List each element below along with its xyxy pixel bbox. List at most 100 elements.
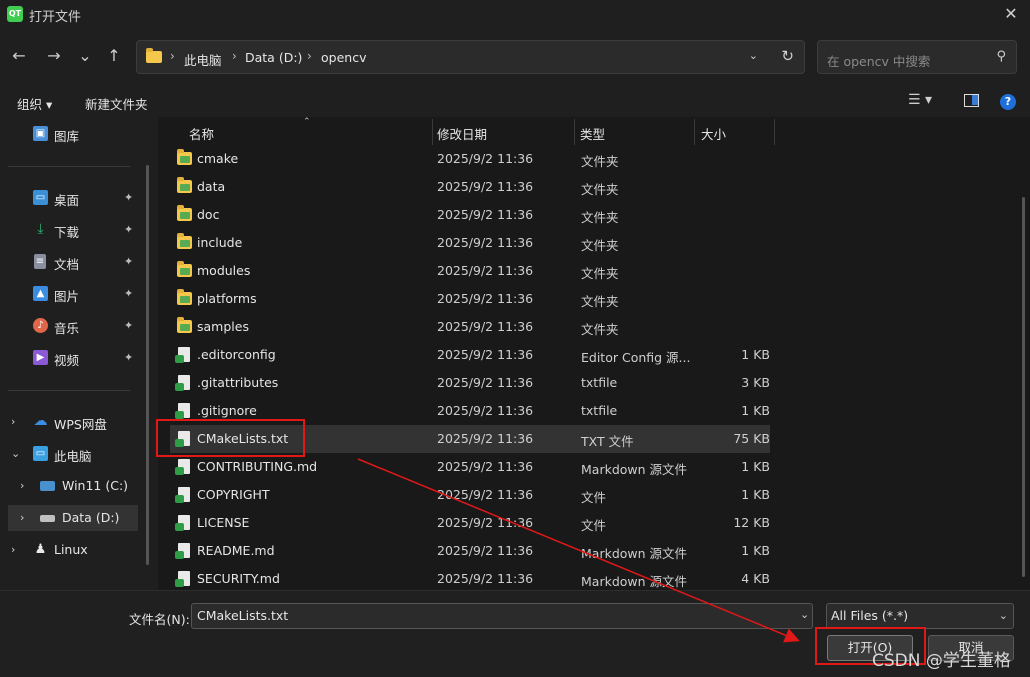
file-date: 2025/9/2 11:36 — [437, 235, 534, 250]
file-type: TXT 文件 — [581, 434, 634, 449]
pin-icon[interactable]: ✦ — [124, 287, 133, 300]
file-type: 文件夹 — [581, 182, 619, 197]
sidebar-item-pictures[interactable]: ▲ 图片 ✦ — [8, 281, 138, 307]
drive-d-icon — [40, 515, 55, 522]
file-row[interactable]: COPYRIGHT 2025/9/2 11:36 文件 1 KB — [170, 481, 770, 509]
file-size: 1 KB — [741, 543, 770, 558]
file-row[interactable]: samples 2025/9/2 11:36 文件夹 — [170, 313, 770, 341]
column-separator[interactable] — [694, 119, 695, 145]
file-name: .gitignore — [197, 403, 257, 418]
expand-chevron-icon[interactable]: › — [11, 543, 15, 556]
download-icon: ⤓ — [37, 221, 44, 237]
column-header-type[interactable]: 类型 — [580, 124, 605, 143]
help-icon[interactable]: ? — [1000, 94, 1016, 110]
sidebar-item-drive-d[interactable]: › Data (D:) — [8, 505, 138, 531]
pin-icon[interactable]: ✦ — [124, 223, 133, 236]
breadcrumb-this-pc[interactable]: 此电脑 — [184, 50, 222, 69]
refresh-icon[interactable]: ↻ — [781, 47, 794, 65]
view-options-icon[interactable]: ☰ ▾ — [908, 92, 932, 108]
breadcrumb-opencv[interactable]: opencv — [321, 50, 366, 65]
file-row[interactable]: .gitattributes 2025/9/2 11:36 txtfile 3 KB — [170, 369, 770, 397]
filename-input[interactable]: CMakeLists.txt — [191, 603, 813, 629]
file-list-scrollbar[interactable] — [1022, 197, 1025, 577]
column-separator[interactable] — [432, 119, 433, 145]
folder-icon — [177, 233, 192, 249]
sidebar-item-drive-c[interactable]: › Win11 (C:) — [8, 473, 138, 499]
sidebar-item-label: 下载 — [54, 225, 80, 240]
document-icon: ≡ — [34, 254, 46, 269]
collapse-chevron-icon[interactable]: ⌄ — [11, 447, 20, 460]
file-name: COPYRIGHT — [197, 487, 270, 502]
file-list: ⌃ 名称 修改日期 类型 大小 cmake 2025/9/2 11:36 文件夹 da… — [158, 117, 1030, 590]
file-type: 文件 — [581, 518, 607, 533]
address-bar[interactable]: › 此电脑 › Data (D:) › opencv ⌄ ↻ — [136, 40, 805, 74]
pin-icon[interactable]: ✦ — [124, 255, 133, 268]
expand-chevron-icon[interactable]: › — [11, 415, 15, 428]
breadcrumb-data-d[interactable]: Data (D:) — [245, 50, 302, 65]
close-icon[interactable]: ✕ — [1000, 3, 1022, 25]
file-name: .gitattributes — [197, 375, 279, 390]
column-separator[interactable] — [574, 119, 575, 145]
sidebar-item-wps-cloud[interactable]: › ☁ WPS网盘 — [8, 409, 138, 435]
sidebar-item-label: 图库 — [54, 129, 80, 144]
up-arrow-icon[interactable]: ↑ — [102, 44, 126, 68]
preview-pane-icon[interactable] — [964, 94, 979, 107]
search-input[interactable]: 在 opencv 中搜索 ⚲ — [817, 40, 1017, 74]
sidebar-item-linux[interactable]: › ♟ Linux — [8, 537, 138, 563]
column-separator[interactable] — [774, 119, 775, 145]
sidebar-item-label: 桌面 — [54, 193, 80, 208]
sidebar-item-desktop[interactable]: ▭ 桌面 ✦ — [8, 185, 138, 211]
file-row[interactable]: modules 2025/9/2 11:36 文件夹 — [170, 257, 770, 285]
forward-arrow-icon[interactable]: → — [42, 44, 66, 68]
back-arrow-icon[interactable]: ← — [7, 44, 31, 68]
file-type-filter-select[interactable]: All Files (*.*) ⌄ — [826, 603, 1014, 629]
expand-chevron-icon[interactable]: › — [20, 511, 24, 524]
file-row[interactable]: LICENSE 2025/9/2 11:36 文件 12 KB — [170, 509, 770, 537]
new-folder-button[interactable]: 新建文件夹 — [85, 94, 148, 113]
file-date: 2025/9/2 11:36 — [437, 571, 534, 586]
sidebar-item-downloads[interactable]: ⤓ 下载 ✦ — [8, 217, 138, 243]
sidebar-item-documents[interactable]: ≡ 文档 ✦ — [8, 249, 138, 275]
sidebar-item-videos[interactable]: ▶ 视频 ✦ — [8, 345, 138, 371]
file-size: 1 KB — [741, 347, 770, 362]
column-header-date[interactable]: 修改日期 — [437, 124, 487, 143]
file-row[interactable]: doc 2025/9/2 11:36 文件夹 — [170, 201, 770, 229]
file-type-filter-value: All Files (*.*) — [831, 608, 909, 623]
address-dropdown-icon[interactable]: ⌄ — [749, 49, 758, 62]
file-icon — [175, 403, 190, 419]
file-row[interactable]: README.md 2025/9/2 11:36 Markdown 源文件 1 KB — [170, 537, 770, 565]
pin-icon[interactable]: ✦ — [124, 191, 133, 204]
expand-chevron-icon[interactable]: › — [20, 479, 24, 492]
file-row[interactable]: platforms 2025/9/2 11:36 文件夹 — [170, 285, 770, 313]
file-date: 2025/9/2 11:36 — [437, 151, 534, 166]
file-row[interactable]: SECURITY.md 2025/9/2 11:36 Markdown 源文件 4 K… — [170, 565, 770, 593]
chevron-down-icon[interactable]: ⌄ — [999, 609, 1008, 622]
file-row[interactable]: cmake 2025/9/2 11:36 文件夹 — [170, 145, 770, 173]
column-header-size[interactable]: 大小 — [701, 124, 726, 143]
sidebar-item-music[interactable]: ♪ 音乐 ✦ — [8, 313, 138, 339]
file-row[interactable]: data 2025/9/2 11:36 文件夹 — [170, 173, 770, 201]
file-row[interactable]: include 2025/9/2 11:36 文件夹 — [170, 229, 770, 257]
watermark-text: CSDN @学生董格 — [872, 651, 1011, 671]
organize-menu[interactable]: 组织 ▾ — [17, 94, 52, 113]
column-header-name[interactable]: 名称 — [189, 124, 214, 143]
recent-locations-chevron-icon[interactable]: ⌄ — [73, 44, 97, 68]
sidebar-item-gallery[interactable]: ▣ 图库 — [8, 121, 138, 147]
file-name: include — [197, 235, 243, 250]
sidebar-item-this-pc[interactable]: ⌄ ▭ 此电脑 — [8, 441, 138, 467]
file-row[interactable]: CONTRIBUTING.md 2025/9/2 11:36 Markdown 源文… — [170, 453, 770, 481]
sidebar-scrollbar[interactable] — [146, 165, 149, 565]
sidebar-item-label: Win11 (C:) — [62, 478, 129, 493]
pin-icon[interactable]: ✦ — [124, 351, 133, 364]
filename-label: 文件名(N): — [129, 612, 190, 627]
drive-c-icon — [40, 481, 55, 491]
file-date: 2025/9/2 11:36 — [437, 179, 534, 194]
sort-ascending-icon: ⌃ — [303, 117, 311, 127]
file-row[interactable]: .editorconfig 2025/9/2 11:36 Editor Config… — [170, 341, 770, 369]
filename-dropdown-icon[interactable]: ⌄ — [800, 608, 809, 621]
search-icon[interactable]: ⚲ — [996, 49, 1006, 64]
sidebar-item-label: 视频 — [54, 353, 80, 368]
file-type: Markdown 源文件 — [581, 574, 688, 589]
pin-icon[interactable]: ✦ — [124, 319, 133, 332]
sidebar-item-label: Data (D:) — [62, 510, 120, 525]
